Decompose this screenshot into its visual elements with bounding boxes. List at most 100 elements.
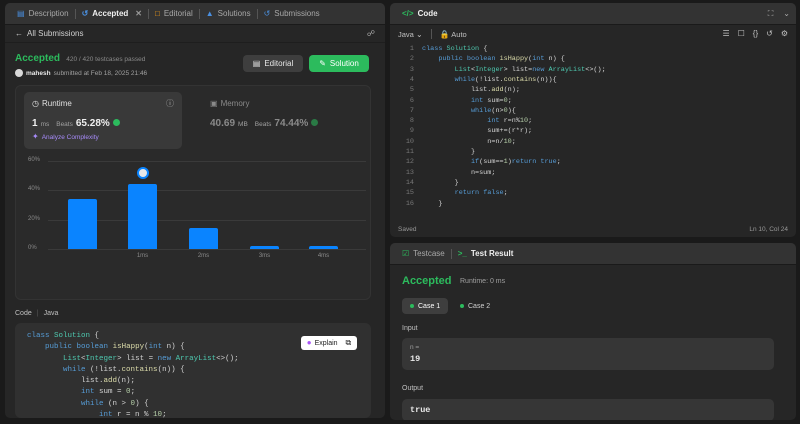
language-select[interactable]: Java ⌄ xyxy=(398,30,423,39)
username[interactable]: mahesh xyxy=(26,70,51,77)
explain-label: Explain xyxy=(314,339,338,347)
bar-4ms[interactable] xyxy=(309,246,338,249)
tab-label: Testcase xyxy=(413,249,445,258)
code-line: return false; xyxy=(454,189,508,198)
submission-panel: ▤ Description ↺ Accepted ✕ □ Editorial ▲… xyxy=(5,3,385,418)
tab-solutions[interactable]: ▲ Solutions xyxy=(200,3,257,25)
code-editor[interactable]: 1 class Solution {2 public boolean isHapp… xyxy=(390,45,796,215)
bookmark-icon[interactable]: ☐ xyxy=(738,30,745,38)
code-line: } xyxy=(422,199,443,208)
memory-card[interactable]: ▣ Memory 40.69 MB Beats 74.44% xyxy=(206,92,356,149)
back-link[interactable]: ← All Submissions xyxy=(15,29,83,38)
chevron-down-icon[interactable]: ⌄ xyxy=(783,9,790,18)
tab-test-result[interactable]: >_ Test Result xyxy=(452,243,520,265)
line-number: 16 xyxy=(405,199,414,208)
beats-badge-icon xyxy=(112,119,120,126)
input-label: Input xyxy=(402,325,418,332)
code-line: n=n/10; xyxy=(422,137,516,146)
result-status: Accepted xyxy=(15,53,61,64)
memory-value: 40.69 xyxy=(210,118,236,129)
tab-label: Accepted xyxy=(92,9,129,18)
case-label: Case 1 xyxy=(418,302,441,310)
code-line: } xyxy=(422,148,476,156)
settings-icon[interactable]: ⚙ xyxy=(781,30,788,38)
pass-dot-icon xyxy=(460,304,464,308)
analyze-label: Analyze Complexity xyxy=(41,133,99,141)
tab-label: Solutions xyxy=(217,9,251,18)
tab-accepted[interactable]: ↺ Accepted ✕ xyxy=(76,3,148,25)
info-icon[interactable]: ⓘ xyxy=(166,98,174,109)
output-box: true xyxy=(402,399,774,420)
line-number: 15 xyxy=(405,189,414,198)
copy-icon[interactable]: ⧉ xyxy=(346,339,352,347)
code-editor-panel: </> Code ⛶ ⌄ Java ⌄ 🔒 Auto ☰ ☐ {} ↺ ⚙ 1c… xyxy=(390,3,796,237)
bar-3ms[interactable] xyxy=(250,246,279,249)
tab-code[interactable]: </> Code xyxy=(396,3,444,25)
line-number: 2 xyxy=(409,55,414,64)
bar-1ms[interactable] xyxy=(128,184,157,249)
tab-label: Editorial xyxy=(163,9,193,18)
code-line: List<Integer> list = new ArrayList<>(); xyxy=(63,354,239,363)
runtime-beats: 65.28% xyxy=(75,118,110,129)
close-icon[interactable]: ✕ xyxy=(135,9,142,18)
explain-button[interactable]: ● Explain ⧉ xyxy=(301,336,357,350)
tab-editorial[interactable]: □ Editorial xyxy=(149,3,199,25)
code-title: Code xyxy=(417,9,438,18)
y-tick-label: 60% xyxy=(28,157,41,163)
link-icon[interactable]: ☍ xyxy=(367,29,375,38)
solution-button[interactable]: ✎ Solution xyxy=(309,55,369,72)
braces-icon[interactable]: {} xyxy=(753,30,758,38)
memory-beats: 74.44% xyxy=(274,118,309,129)
x-tick-label: 3ms xyxy=(258,253,271,259)
runtime-unit: ms xyxy=(40,121,50,128)
line-number: 4 xyxy=(409,75,414,84)
code-line: while (n > 0) { xyxy=(81,399,149,408)
case-1-tab[interactable]: Case 1 xyxy=(402,298,449,314)
case-label: Case 2 xyxy=(468,302,491,310)
tab-submissions[interactable]: ↺ Submissions xyxy=(258,3,326,25)
code-line: int r = n % 10; xyxy=(99,411,167,418)
arrow-left-icon: ← xyxy=(15,28,23,38)
runtime-title-text: Runtime xyxy=(41,99,72,108)
case-2-tab[interactable]: Case 2 xyxy=(452,298,498,314)
gridline xyxy=(48,190,366,192)
memory-title-text: Memory xyxy=(220,99,250,108)
reset-icon[interactable]: ↺ xyxy=(766,30,773,38)
editorial-button[interactable]: ▤ Editorial xyxy=(243,55,303,72)
code-line: list.add(n); xyxy=(422,86,520,95)
chevron-down-icon: ⌄ xyxy=(415,29,423,39)
code-line: n=sum; xyxy=(422,168,496,177)
memory-unit: MB xyxy=(238,121,248,128)
code-line: list.add(n); xyxy=(27,377,136,386)
cursor-position: Ln 10, Col 24 xyxy=(749,225,788,233)
tab-testcase[interactable]: ☑ Testcase xyxy=(396,243,451,265)
code-line: while(n>0){ xyxy=(470,106,516,115)
memory-value-row: 40.69 MB Beats 74.44% xyxy=(210,118,352,129)
line-number: 8 xyxy=(409,117,414,126)
bar-2ms[interactable] xyxy=(189,228,218,249)
history-icon: ↺ xyxy=(81,8,89,18)
mode-indicator[interactable]: 🔒 Auto xyxy=(440,30,467,39)
line-number: 13 xyxy=(405,168,414,177)
bar-0ms[interactable] xyxy=(68,199,97,249)
avatar xyxy=(15,69,23,77)
x-tick-label: 1ms xyxy=(136,253,149,259)
runtime-value: 1 xyxy=(32,118,38,129)
pass-dot-icon xyxy=(410,304,414,308)
your-submission-marker-icon xyxy=(136,167,149,180)
line-number: 3 xyxy=(409,65,414,74)
sparkle-icon: ✦ xyxy=(32,132,39,141)
output-label: Output xyxy=(402,385,424,392)
gridline xyxy=(48,249,366,250)
code-icon: </> xyxy=(402,8,414,18)
code-line: int r=n%10; xyxy=(487,117,533,126)
analyze-complexity-link[interactable]: ✦ Analyze Complexity xyxy=(32,133,174,141)
runtime-card[interactable]: ◷ Runtime ⓘ 1 ms Beats 65.28% ✦ Analyze … xyxy=(24,92,182,149)
notes-icon[interactable]: ☰ xyxy=(722,30,729,38)
result-header: Accepted 420 / 420 testcases passed mahe… xyxy=(15,53,147,77)
fullscreen-icon[interactable]: ⛶ xyxy=(768,9,774,18)
code-line: public boolean isHappy(int n) { xyxy=(438,55,565,64)
tab-description[interactable]: ▤ Description xyxy=(11,3,75,25)
divider xyxy=(430,29,432,39)
runtime-value-row: 1 ms Beats 65.28% xyxy=(32,118,174,129)
